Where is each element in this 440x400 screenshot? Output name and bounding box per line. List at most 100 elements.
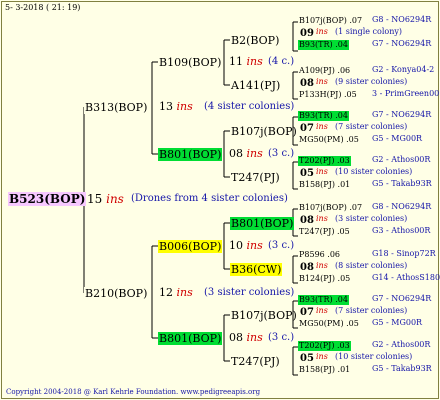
gen2-node[interactable]: B801(BOP) [158, 148, 223, 161]
gen4-bottom-node[interactable]: T247(PJ) .05 [298, 227, 351, 237]
gen4-ins-label: ins [316, 77, 328, 86]
gen1-node[interactable]: B210(BOP) [84, 287, 149, 300]
gen4-note: (7 sister colonies) [335, 122, 408, 131]
gen4-bottom-ref: G14 - AthosS180R [372, 273, 440, 282]
gen2-ins-label: ins [246, 331, 263, 344]
gen4-count: 07 [300, 123, 314, 134]
gen4-top-node[interactable]: A109(PJ) .06 [298, 66, 351, 76]
root-count: 15 [87, 192, 103, 206]
gen2-ins: 10 ins [229, 240, 263, 251]
gen3-node[interactable]: B801(BOP) [230, 217, 295, 230]
root-ins-label: ins [106, 192, 124, 206]
gen4-ins-label: ins [316, 122, 328, 131]
gen4-top-node[interactable]: B93(TR) .04 [298, 295, 349, 305]
gen4-top-ref: G7 - NO6294R [372, 110, 432, 119]
gen3-node[interactable]: A141(PJ) [230, 79, 281, 92]
gen4-count: 09 [300, 28, 314, 39]
gen1-note: (3 sister colonies) [204, 287, 295, 298]
gen4-bottom-ref: G5 - Takab93R [372, 364, 432, 373]
gen1-node[interactable]: B313(BOP) [84, 101, 149, 114]
gen2-note: (3 c.) [268, 148, 295, 159]
gen4-bottom-node[interactable]: B93(TR) .04 [298, 40, 349, 50]
gen4-note: (3 sister colonies) [335, 214, 408, 223]
gen2-note: (3 c.) [268, 332, 295, 343]
gen4-bottom-ref: G5 - MG00R [372, 134, 423, 143]
gen4-ins-label: ins [316, 352, 328, 361]
gen3-node[interactable]: T247(PJ) [230, 355, 281, 368]
gen4-note: (10 sister colonies) [335, 167, 413, 176]
gen1-count: 13 [159, 100, 173, 113]
gen4-bottom-node[interactable]: B124(PJ) .05 [298, 274, 351, 284]
gen2-node[interactable]: B801(BOP) [158, 332, 223, 345]
gen4-note: (10 sister colonies) [335, 352, 413, 361]
gen2-count: 08 [229, 331, 243, 344]
gen2-count: 08 [229, 147, 243, 160]
gen2-count: 11 [229, 55, 243, 68]
gen1-ins-label: ins [176, 100, 193, 113]
gen3-node[interactable]: B107j(BOP) [230, 309, 298, 322]
gen2-ins-label: ins [246, 239, 263, 252]
gen4-top-ref: G8 - NO6294R [372, 202, 432, 211]
gen4-top-node[interactable]: P8596 .06 [298, 250, 341, 260]
gen1-count: 12 [159, 286, 173, 299]
gen4-ins-label: ins [316, 27, 328, 36]
gen4-top-ref: G18 - Sinop72R [372, 249, 436, 258]
gen4-count: 08 [300, 215, 314, 226]
gen4-count: 08 [300, 78, 314, 89]
gen4-ins-label: ins [316, 306, 328, 315]
gen2-ins: 11 ins [229, 56, 263, 67]
gen3-node[interactable]: B107j(BOP) [230, 125, 298, 138]
gen4-note: (7 sister colonies) [335, 306, 408, 315]
gen3-node[interactable]: T247(PJ) [230, 171, 281, 184]
gen4-top-ref: G8 - NO6294R [372, 15, 432, 24]
gen4-bottom-node[interactable]: B158(PJ) .01 [298, 180, 351, 190]
gen4-count: 07 [300, 307, 314, 318]
root-node[interactable]: B523(BOP) [8, 192, 87, 206]
gen2-node[interactable]: B006(BOP) [158, 240, 223, 253]
gen4-top-node[interactable]: B93(TR) .04 [298, 111, 349, 121]
gen1-note: (4 sister colonies) [204, 101, 295, 112]
gen4-top-node[interactable]: B107j(BOP) .07 [298, 16, 363, 26]
gen2-ins: 08 ins [229, 148, 263, 159]
gen4-bottom-node[interactable]: MG50(PM) .05 [298, 135, 360, 145]
gen2-node[interactable]: B109(BOP) [158, 56, 223, 69]
gen4-top-node[interactable]: T202(PJ) .03 [298, 156, 351, 166]
gen4-bottom-ref: G7 - NO6294R [372, 39, 432, 48]
root-note: (Drones from 4 sister colonies) [131, 193, 288, 204]
gen3-node[interactable]: B2(BOP) [230, 34, 280, 47]
gen4-bottom-node[interactable]: MG50(PM) .05 [298, 319, 360, 329]
gen4-bottom-node[interactable]: B158(PJ) .01 [298, 365, 351, 375]
gen4-bottom-ref: G5 - Takab93R [372, 179, 432, 188]
gen2-note: (3 c.) [268, 240, 295, 251]
gen4-note: (1 single colony) [335, 27, 402, 36]
gen4-top-ref: G2 - Athos00R [372, 155, 431, 164]
gen4-note: (9 sister colonies) [335, 77, 408, 86]
root-ins: 15 ins [87, 193, 124, 205]
gen4-top-node[interactable]: T202(PJ) .03 [298, 341, 351, 351]
gen2-count: 10 [229, 239, 243, 252]
gen3-node[interactable]: B36(CW) [230, 263, 283, 276]
gen2-note: (4 c.) [268, 56, 295, 67]
date-stamp: 5- 3-2018 ( 21: 19) [5, 3, 81, 12]
gen4-bottom-node[interactable]: P133H(PJ) .05 [298, 90, 358, 100]
gen4-count: 05 [300, 353, 314, 364]
gen4-count: 05 [300, 168, 314, 179]
gen1-ins-label: ins [176, 286, 193, 299]
gen4-bottom-ref: G5 - MG00R [372, 318, 423, 327]
gen4-top-ref: G2 - Athos00R [372, 340, 431, 349]
gen4-top-node[interactable]: B107j(BOP) .07 [298, 203, 363, 213]
gen4-count: 08 [300, 262, 314, 273]
gen4-ins-label: ins [316, 214, 328, 223]
gen1-ins: 13 ins [159, 101, 193, 112]
gen2-ins-label: ins [246, 147, 263, 160]
gen4-bottom-ref: 3 - PrimGreen00 [372, 89, 440, 98]
gen4-ins-label: ins [316, 167, 328, 176]
gen4-top-ref: G2 - Konya04-2 [372, 65, 435, 74]
gen4-note: (8 sister colonies) [335, 261, 408, 270]
gen2-ins: 08 ins [229, 332, 263, 343]
gen2-ins-label: ins [246, 55, 263, 68]
gen4-ins-label: ins [316, 261, 328, 270]
gen4-bottom-ref: G3 - Athos00R [372, 226, 431, 235]
footer-copyright: Copyright 2004-2018 @ Karl Kehrle Founda… [6, 388, 261, 396]
gen4-top-ref: G7 - NO6294R [372, 294, 432, 303]
